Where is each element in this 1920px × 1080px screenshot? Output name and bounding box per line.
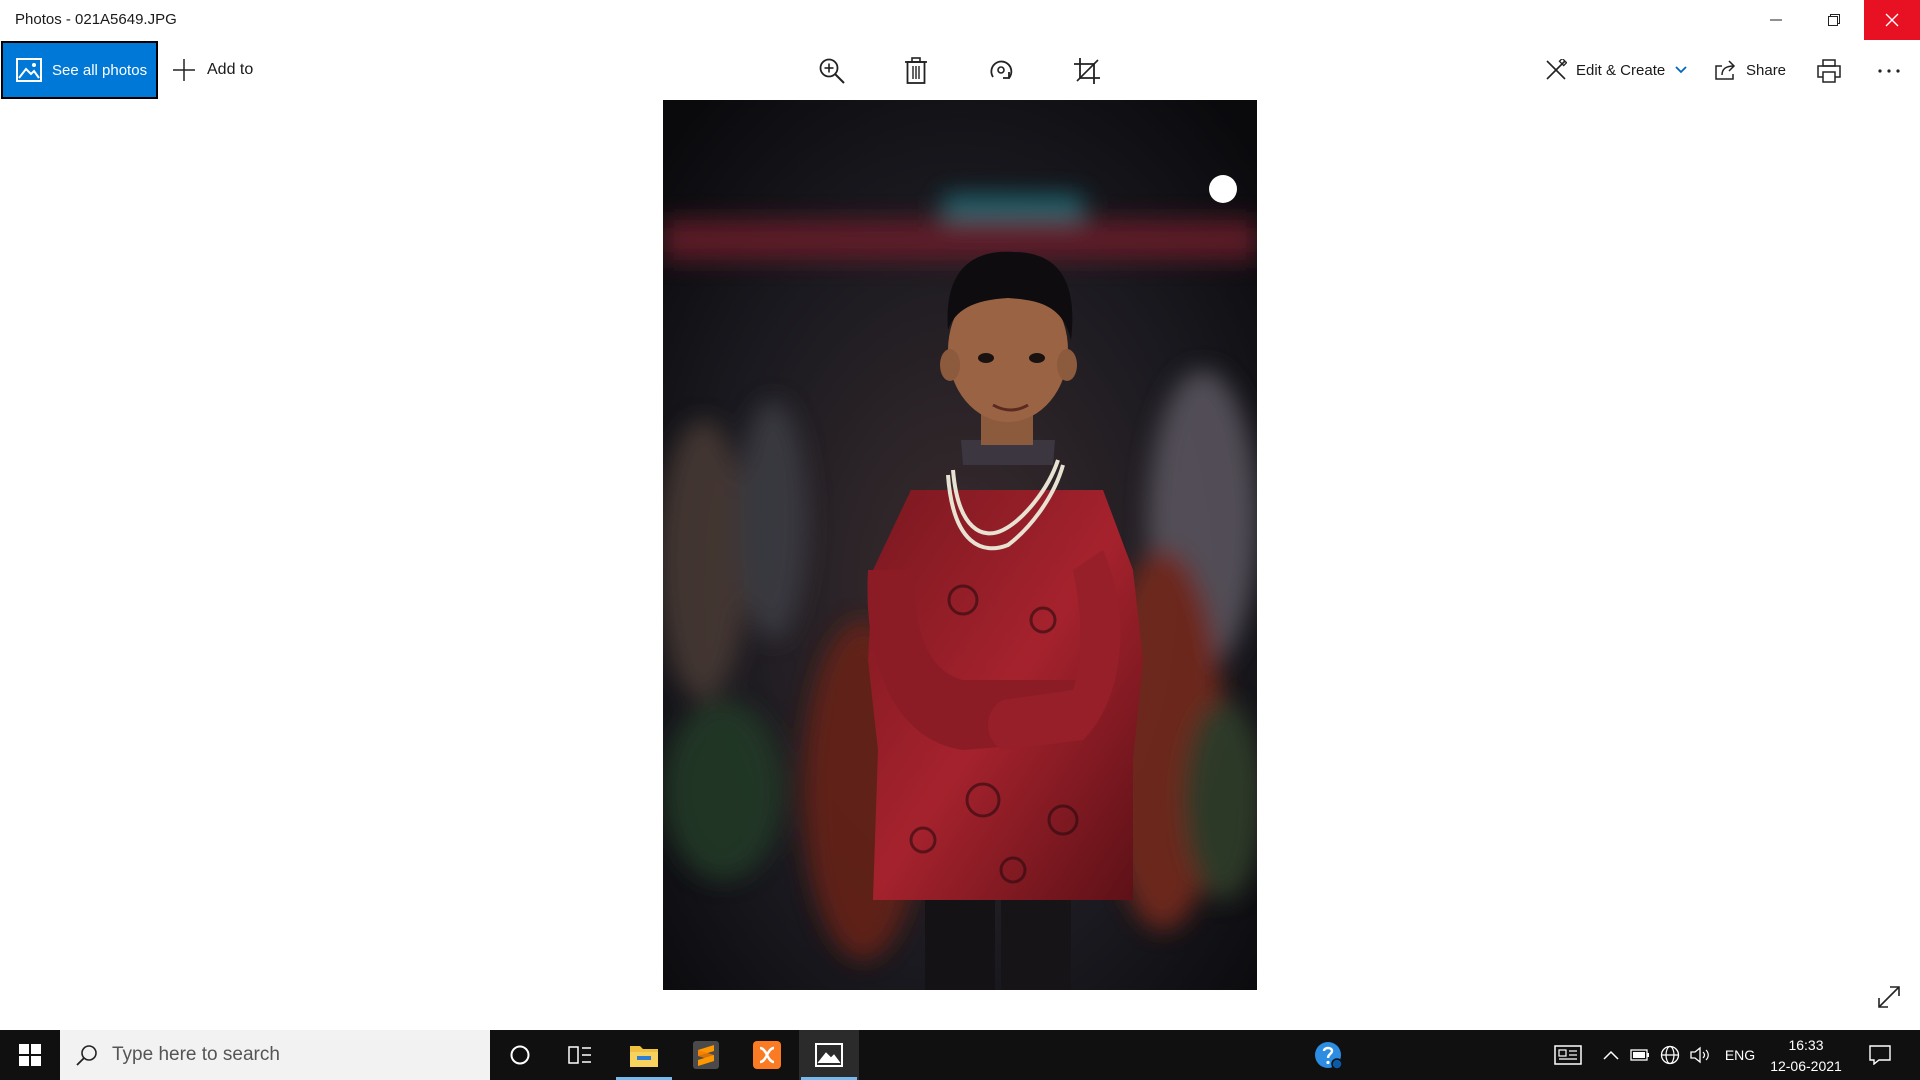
zoom-in-icon: [819, 58, 845, 84]
taskbar-sublime-text[interactable]: [676, 1030, 736, 1080]
clock-time: 16:33: [1788, 1037, 1824, 1053]
command-bar: See all photos Add to Edit & Create Shar…: [0, 40, 1920, 100]
add-to-label: Add to: [207, 61, 254, 78]
taskbar-photos-app[interactable]: [799, 1030, 859, 1080]
action-center-button[interactable]: [1858, 1030, 1902, 1080]
restore-button[interactable]: [1806, 0, 1862, 40]
network-status[interactable]: [1656, 1030, 1684, 1080]
edit-create-button[interactable]: Edit & Create: [1545, 58, 1687, 82]
battery-icon: [1630, 1049, 1649, 1061]
more-dots-icon: [1878, 69, 1900, 73]
sublime-text-icon: [693, 1041, 719, 1069]
photo-of-boy-in-red-kurta: [663, 100, 1257, 990]
edit-create-icon: [1546, 59, 1567, 80]
chevron-up-icon: [1603, 1050, 1619, 1060]
rotate-icon: [990, 60, 1013, 79]
start-button[interactable]: [0, 1030, 60, 1080]
taskbar-file-explorer[interactable]: [614, 1030, 674, 1080]
photo-gallery-icon: [16, 58, 42, 82]
xampp-icon: [753, 1041, 781, 1069]
news-icon: [1554, 1045, 1582, 1065]
taskbar-get-help[interactable]: [1298, 1030, 1358, 1080]
notification-icon: [1869, 1045, 1891, 1065]
photos-app-icon: [815, 1043, 843, 1067]
taskbar-xampp[interactable]: [737, 1030, 797, 1080]
print-button[interactable]: [1812, 54, 1846, 88]
close-button[interactable]: [1864, 0, 1920, 40]
cortana-circle-icon: [510, 1045, 530, 1065]
trash-icon: [905, 57, 927, 84]
expand-arrows-icon: [1878, 986, 1900, 1008]
share-button[interactable]: Share: [1714, 58, 1786, 82]
search-placeholder: Type here to search: [112, 1044, 280, 1065]
cortana-button[interactable]: [490, 1030, 550, 1080]
window-title: Photos - 021A5649.JPG: [15, 11, 177, 28]
crop-icon: [1074, 58, 1100, 84]
delete-button[interactable]: [899, 54, 933, 88]
bokeh-light: [1209, 175, 1237, 203]
help-question-icon: [1315, 1042, 1343, 1070]
task-view-icon: [568, 1046, 591, 1064]
minimize-icon: [1770, 19, 1782, 21]
taskbar-search-box[interactable]: Type here to search: [60, 1030, 490, 1080]
see-all-photos-button[interactable]: See all photos: [1, 41, 158, 99]
taskbar: Type here to search ENG 16:33 12-06-2021: [0, 1030, 1920, 1080]
battery-status[interactable]: [1626, 1030, 1654, 1080]
crop-button[interactable]: [1070, 54, 1104, 88]
news-and-interests-button[interactable]: [1548, 1030, 1588, 1080]
see-all-photos-label: See all photos: [52, 61, 148, 79]
title-bar: Photos - 021A5649.JPG: [0, 0, 1920, 40]
minimize-button[interactable]: [1748, 0, 1804, 40]
chevron-down-icon: [1675, 66, 1687, 74]
zoom-button[interactable]: [815, 54, 849, 88]
task-view-button[interactable]: [550, 1030, 610, 1080]
windows-logo-icon: [19, 1044, 41, 1066]
add-to-button[interactable]: Add to: [172, 58, 253, 82]
more-options-button[interactable]: [1872, 54, 1906, 88]
share-label: Share: [1746, 61, 1787, 79]
globe-network-icon: [1660, 1045, 1680, 1065]
photo-viewer-image[interactable]: [663, 100, 1257, 990]
full-screen-button[interactable]: [1876, 984, 1902, 1010]
rotate-button[interactable]: [984, 54, 1018, 88]
clock-date: 12-06-2021: [1770, 1058, 1842, 1074]
plus-icon: [173, 59, 195, 81]
edit-create-label: Edit & Create: [1576, 61, 1666, 79]
search-icon: [76, 1045, 97, 1066]
speaker-icon: [1690, 1046, 1709, 1064]
restore-icon: [1828, 14, 1840, 26]
show-hidden-icons-button[interactable]: [1598, 1030, 1624, 1080]
folder-icon: [630, 1046, 658, 1067]
volume-control[interactable]: [1686, 1030, 1714, 1080]
language-label: ENG: [1724, 1047, 1756, 1063]
input-language-indicator[interactable]: ENG: [1718, 1030, 1762, 1080]
share-icon: [1715, 60, 1736, 80]
close-icon: [1885, 13, 1899, 27]
taskbar-clock[interactable]: 16:33 12-06-2021: [1764, 1035, 1848, 1077]
printer-icon: [1817, 59, 1841, 83]
